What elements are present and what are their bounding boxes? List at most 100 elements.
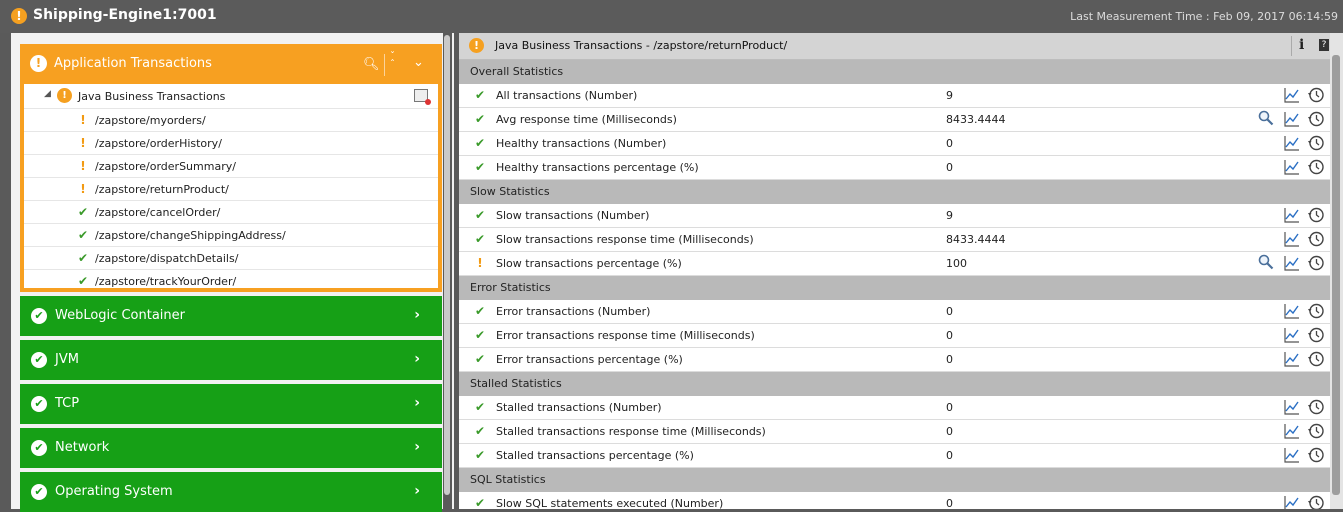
tree-item[interactable]: ✔ /zapstore/changeShippingAddress/ <box>24 224 438 247</box>
chevron-right-icon[interactable]: › <box>414 439 420 455</box>
tree-item-label: /zapstore/trackYourOrder/ <box>95 275 237 288</box>
history-icon[interactable] <box>1308 351 1324 367</box>
scrollbar-thumb[interactable] <box>1332 55 1340 495</box>
trend-graph-icon[interactable] <box>1284 303 1300 319</box>
check-icon: ✔ <box>474 136 486 150</box>
layer-label: Operating System <box>55 484 173 499</box>
history-icon[interactable] <box>1308 423 1324 439</box>
trend-graph-icon[interactable] <box>1284 495 1300 509</box>
trend-graph-icon[interactable] <box>1284 399 1300 415</box>
layer-label: TCP <box>55 396 80 411</box>
search-icon[interactable]: 🔍︎ <box>363 57 380 72</box>
trend-graph-icon[interactable] <box>1284 135 1300 151</box>
tree-item-label: /zapstore/dispatchDetails/ <box>95 252 239 265</box>
measure-name: Slow transactions response time (Millise… <box>496 233 754 246</box>
tree-item[interactable]: ! /zapstore/orderHistory/ <box>24 132 438 155</box>
measure-row: ✔ Error transactions percentage (%) 0 <box>459 348 1330 372</box>
tree-item[interactable]: ✔ /zapstore/trackYourOrder/ <box>24 270 438 292</box>
tree-item[interactable]: ! /zapstore/orderSummary/ <box>24 155 438 178</box>
check-icon: ✔ <box>474 400 486 414</box>
trend-graph-icon[interactable] <box>1284 327 1300 343</box>
history-icon[interactable] <box>1308 111 1324 127</box>
tree-item[interactable]: ✔ /zapstore/dispatchDetails/ <box>24 247 438 270</box>
chevron-right-icon[interactable]: › <box>414 307 420 323</box>
layer-label: WebLogic Container <box>55 308 185 323</box>
layer-weblogic-container[interactable]: ✔ WebLogic Container › <box>20 296 442 336</box>
tree-root-java-business-transactions[interactable]: ◢ ! Java Business Transactions <box>24 84 438 109</box>
history-icon[interactable] <box>1308 207 1324 223</box>
warning-icon: ! <box>80 159 86 173</box>
trend-graph-icon[interactable] <box>1284 351 1300 367</box>
tree-item[interactable]: ! /zapstore/myorders/ <box>24 109 438 132</box>
trend-graph-icon[interactable] <box>1284 447 1300 463</box>
trend-graph-icon[interactable] <box>1284 231 1300 247</box>
history-icon[interactable] <box>1308 327 1324 343</box>
measure-name: All transactions (Number) <box>496 89 638 102</box>
application-transactions-layer: ! Application Transactions 🔍︎ ˇˆ ⌄ ◢ ! J… <box>20 44 442 292</box>
divider <box>1291 36 1292 56</box>
warning-icon: ! <box>80 136 86 150</box>
measure-value: 100 <box>946 257 967 270</box>
history-icon[interactable] <box>1308 399 1324 415</box>
measure-row: ! Slow transactions percentage (%) 100 <box>459 252 1330 276</box>
check-icon: ✔ <box>474 352 486 366</box>
trend-graph-icon[interactable] <box>1284 87 1300 103</box>
layer-jvm[interactable]: ✔ JVM › <box>20 340 442 380</box>
application-transactions-header[interactable]: ! Application Transactions 🔍︎ ˇˆ ⌄ <box>20 44 442 84</box>
measure-value: 0 <box>946 401 953 414</box>
left-scrollbar[interactable] <box>443 33 452 509</box>
magnifier-icon[interactable] <box>1258 110 1274 126</box>
warning-icon: ! <box>477 256 483 270</box>
layer-network[interactable]: ✔ Network › <box>20 428 442 468</box>
chevron-down-icon[interactable]: ⌄ <box>413 55 424 70</box>
history-icon[interactable] <box>1308 255 1324 271</box>
layer-tcp[interactable]: ✔ TCP › <box>20 384 442 424</box>
history-icon[interactable] <box>1308 495 1324 509</box>
measure-name: Avg response time (Milliseconds) <box>496 113 677 126</box>
check-icon: ✔ <box>77 251 89 265</box>
history-icon[interactable] <box>1308 135 1324 151</box>
measures-title: Java Business Transactions - /zapstore/r… <box>495 39 788 52</box>
history-icon[interactable] <box>1308 87 1324 103</box>
trend-graph-icon[interactable] <box>1284 207 1300 223</box>
trend-graph-icon[interactable] <box>1284 159 1300 175</box>
check-icon: ✔ <box>474 160 486 174</box>
tree-item[interactable]: ✔ /zapstore/cancelOrder/ <box>24 201 438 224</box>
measure-value: 0 <box>946 425 953 438</box>
trend-graph-icon[interactable] <box>1284 423 1300 439</box>
history-icon[interactable] <box>1308 303 1324 319</box>
section-title: Slow Statistics <box>470 185 550 198</box>
check-icon: ✔ <box>77 274 89 288</box>
check-circle-icon: ✔ <box>31 440 47 456</box>
history-icon[interactable] <box>1308 447 1324 463</box>
scrollbar-thumb[interactable] <box>444 35 450 495</box>
detailed-diagnosis-icon[interactable] <box>414 89 431 105</box>
section-title: Stalled Statistics <box>470 377 562 390</box>
collapse-all-icon[interactable]: ˇˆ <box>390 52 395 70</box>
layer-operating-system[interactable]: ✔ Operating System › <box>20 472 442 512</box>
chevron-right-icon[interactable]: › <box>414 483 420 499</box>
tree-item[interactable]: ! /zapstore/returnProduct/ <box>24 178 438 201</box>
help-icon[interactable]: ? <box>1319 39 1329 51</box>
measures-table: Overall Statistics ✔ All transactions (Num… <box>459 60 1330 509</box>
chevron-right-icon[interactable]: › <box>414 351 420 367</box>
caret-down-icon[interactable]: ◢ <box>44 89 51 99</box>
check-icon: ✔ <box>77 228 89 242</box>
info-icon[interactable]: i <box>1299 37 1304 53</box>
warning-icon: ! <box>80 182 86 196</box>
right-scrollbar[interactable] <box>1330 33 1343 509</box>
measure-row: ✔ Stalled transactions response time (Mil… <box>459 420 1330 444</box>
history-icon[interactable] <box>1308 159 1324 175</box>
trend-graph-icon[interactable] <box>1284 255 1300 271</box>
measure-name: Healthy transactions (Number) <box>496 137 667 150</box>
chevron-right-icon[interactable]: › <box>414 395 420 411</box>
last-measurement-time: Last Measurement Time : Feb 09, 2017 06:… <box>1070 10 1338 23</box>
measure-value: 0 <box>946 305 953 318</box>
transaction-tree: ◢ ! Java Business Transactions ! /zapstor… <box>24 84 438 288</box>
measures-panel: ! Java Business Transactions - /zapstore… <box>459 33 1330 509</box>
magnifier-icon[interactable] <box>1258 254 1274 270</box>
trend-graph-icon[interactable] <box>1284 111 1300 127</box>
check-icon: ✔ <box>474 496 486 509</box>
history-icon[interactable] <box>1308 231 1324 247</box>
layer-label: Network <box>55 440 110 455</box>
